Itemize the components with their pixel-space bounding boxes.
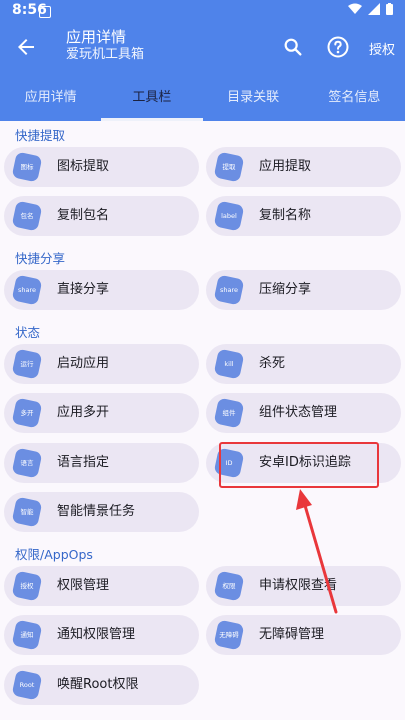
annotation-arrow-icon <box>296 489 338 614</box>
